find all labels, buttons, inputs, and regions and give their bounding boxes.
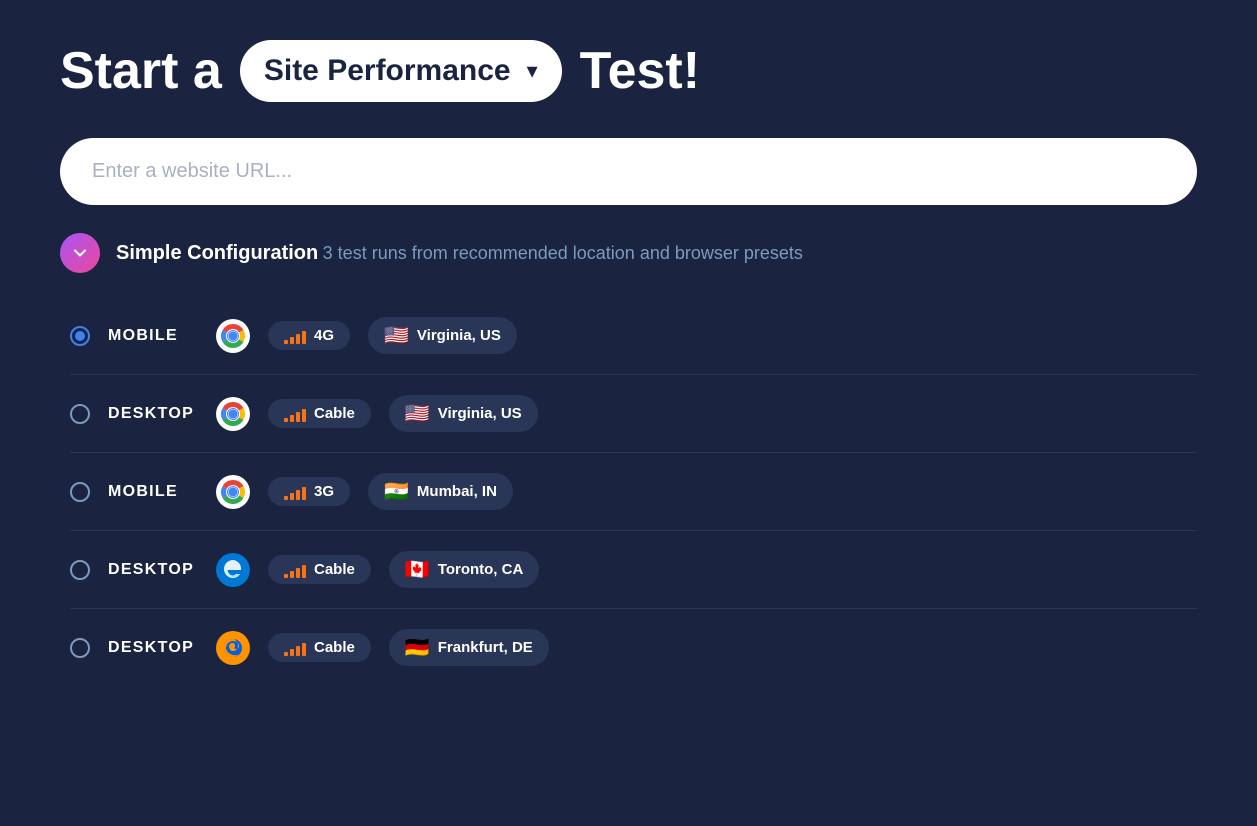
browser-icon <box>216 397 250 431</box>
signal-bar <box>296 412 300 422</box>
chrome-icon <box>216 397 250 431</box>
signal-bars <box>284 406 306 422</box>
location-badge: 🇩🇪 Frankfurt, DE <box>389 629 549 666</box>
network-label: 4G <box>314 327 334 344</box>
location-label: Virginia, US <box>417 327 501 344</box>
config-header: Simple Configuration 3 test runs from re… <box>60 233 1197 273</box>
header-start-text: Start a <box>60 41 222 101</box>
network-label: Cable <box>314 561 355 578</box>
signal-bar <box>284 496 288 500</box>
device-label: DESKTOP <box>108 561 198 579</box>
test-row[interactable]: MOBILE <box>70 297 1197 375</box>
radio-button[interactable] <box>70 326 90 346</box>
signal-bar <box>290 493 294 500</box>
network-badge: Cable <box>268 633 371 662</box>
chevron-down-icon <box>70 243 90 263</box>
signal-bar <box>296 568 300 578</box>
network-badge: Cable <box>268 555 371 584</box>
page-container: Start a Site Performance ▾ Test! Simple … <box>60 40 1197 686</box>
chrome-icon <box>216 475 250 509</box>
header-test-text: Test! <box>580 41 700 101</box>
signal-bars <box>284 328 306 344</box>
radio-button[interactable] <box>70 482 90 502</box>
config-subtitle-text: 3 test runs from recommended location an… <box>323 243 803 263</box>
chrome-icon <box>216 319 250 353</box>
location-badge: 🇺🇸 Virginia, US <box>389 395 538 432</box>
flag-icon: 🇩🇪 <box>405 635 430 660</box>
device-label: DESKTOP <box>108 639 198 657</box>
flag-icon: 🇺🇸 <box>405 401 430 426</box>
location-label: Mumbai, IN <box>417 483 497 500</box>
network-label: 3G <box>314 483 334 500</box>
network-badge: 3G <box>268 477 350 506</box>
device-label: MOBILE <box>108 483 198 501</box>
network-badge: Cable <box>268 399 371 428</box>
device-label: MOBILE <box>108 327 198 345</box>
radio-button[interactable] <box>70 638 90 658</box>
dropdown-selected-text: Site Performance <box>264 54 511 88</box>
flag-icon: 🇨🇦 <box>405 557 430 582</box>
radio-button[interactable] <box>70 560 90 580</box>
browser-icon <box>216 319 250 353</box>
test-rows-container: MOBILE <box>60 297 1197 686</box>
signal-bar <box>284 418 288 422</box>
flag-icon: 🇺🇸 <box>384 323 409 348</box>
signal-bar <box>296 646 300 656</box>
network-label: Cable <box>314 639 355 656</box>
signal-bars <box>284 562 306 578</box>
network-badge: 4G <box>268 321 350 350</box>
signal-bar <box>302 487 306 500</box>
location-badge: 🇮🇳 Mumbai, IN <box>368 473 513 510</box>
config-section: Simple Configuration 3 test runs from re… <box>60 233 1197 686</box>
browser-icon <box>216 631 250 665</box>
signal-bar <box>290 571 294 578</box>
location-label: Virginia, US <box>438 405 522 422</box>
location-badge: 🇺🇸 Virginia, US <box>368 317 517 354</box>
device-label: DESKTOP <box>108 405 198 423</box>
signal-bar <box>290 649 294 656</box>
location-label: Frankfurt, DE <box>438 639 533 656</box>
signal-bar <box>290 415 294 422</box>
signal-bar <box>296 334 300 344</box>
browser-icon <box>216 553 250 587</box>
browser-icon <box>216 475 250 509</box>
radio-button[interactable] <box>70 404 90 424</box>
url-input-wrapper <box>60 138 1197 205</box>
signal-bar <box>296 490 300 500</box>
test-row[interactable]: DESKTOP Cable 🇨🇦 Toronto, CA <box>70 531 1197 609</box>
edge-icon <box>216 553 250 587</box>
config-title: Simple Configuration 3 test runs from re… <box>116 242 803 265</box>
location-badge: 🇨🇦 Toronto, CA <box>389 551 539 588</box>
signal-bar <box>302 565 306 578</box>
network-label: Cable <box>314 405 355 422</box>
signal-bar <box>290 337 294 344</box>
signal-bars <box>284 484 306 500</box>
config-toggle-button[interactable] <box>60 233 100 273</box>
test-row[interactable]: DESKTOP Cable 🇩🇪 Frankfurt, DE <box>70 609 1197 686</box>
signal-bars <box>284 640 306 656</box>
signal-bar <box>302 331 306 344</box>
url-input[interactable] <box>60 138 1197 205</box>
signal-bar <box>284 652 288 656</box>
location-label: Toronto, CA <box>438 561 524 578</box>
header-row: Start a Site Performance ▾ Test! <box>60 40 1197 102</box>
flag-icon: 🇮🇳 <box>384 479 409 504</box>
chevron-down-icon: ▾ <box>527 58 538 84</box>
firefox-icon <box>216 631 250 665</box>
signal-bar <box>284 340 288 344</box>
test-row[interactable]: MOBILE <box>70 453 1197 531</box>
signal-bar <box>302 409 306 422</box>
signal-bar <box>284 574 288 578</box>
signal-bar <box>302 643 306 656</box>
test-type-dropdown[interactable]: Site Performance ▾ <box>240 40 562 102</box>
test-row[interactable]: DESKTOP <box>70 375 1197 453</box>
config-title-text: Simple Configuration <box>116 242 318 264</box>
